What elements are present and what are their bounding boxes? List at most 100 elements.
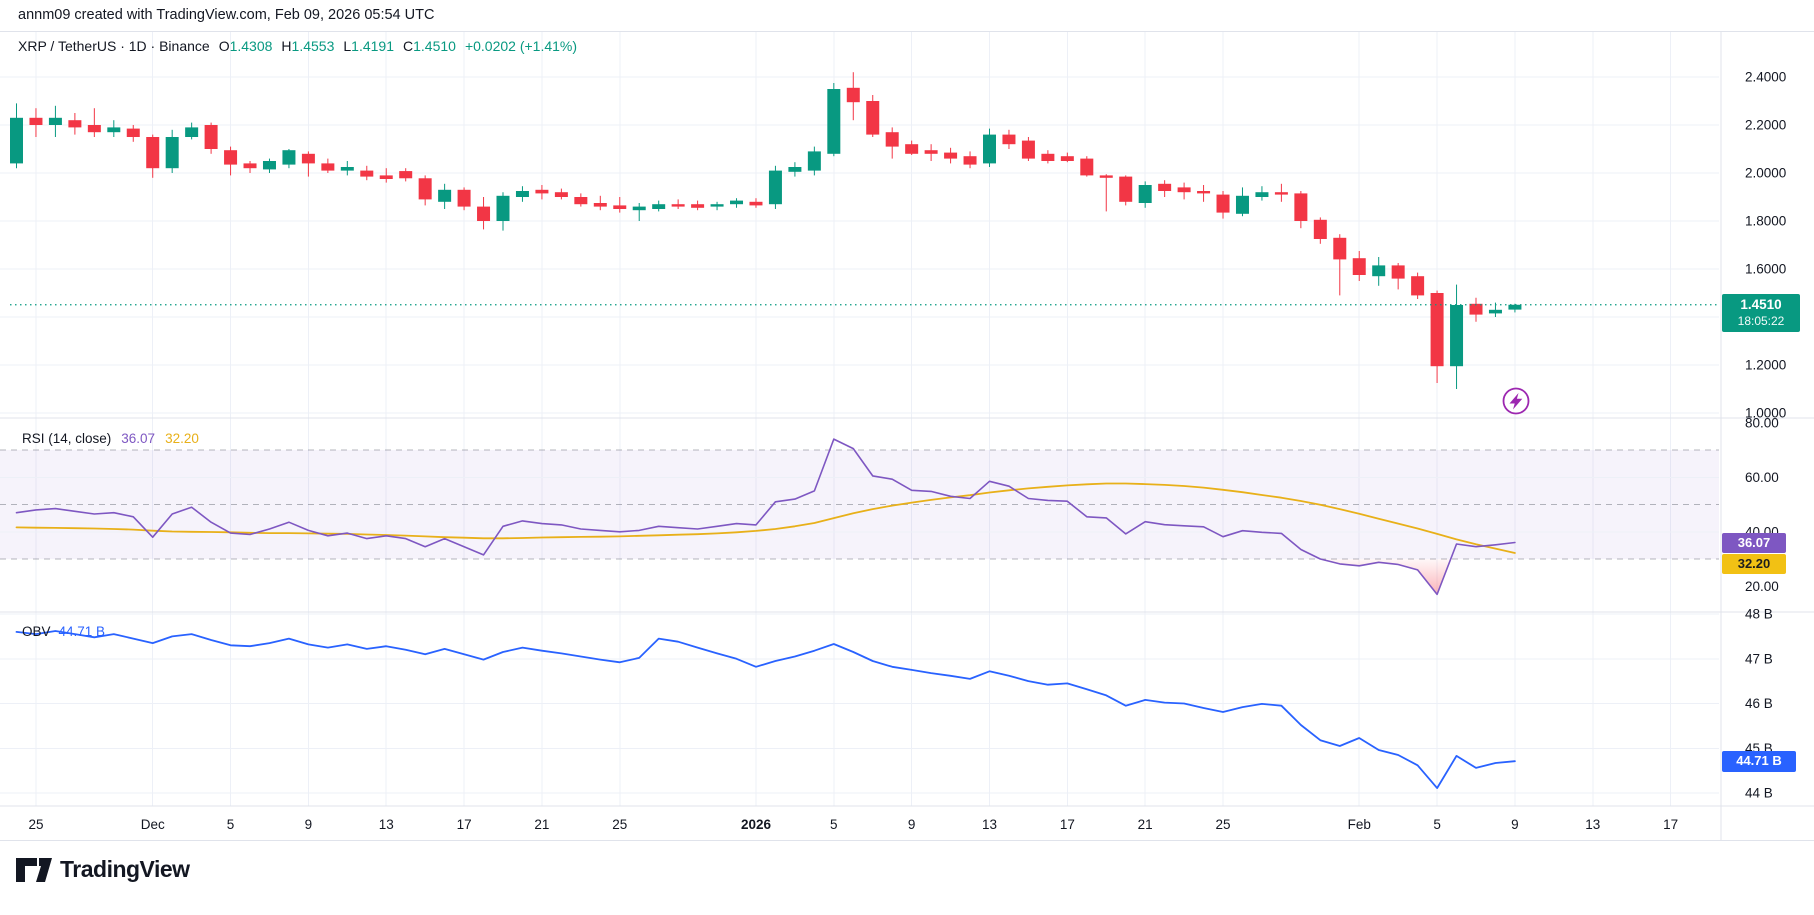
ohlc-close: C1.4510 [403,38,456,54]
candle-body [477,207,490,221]
rsi-axis-label: 60.00 [1745,470,1779,485]
candle-body [594,203,607,207]
candle-body [788,167,801,172]
tradingview-logo-text: TradingView [60,856,190,883]
candle-body [1489,310,1502,314]
obv-label[interactable]: OBV [22,624,51,639]
candle-body [672,204,685,206]
rsi-ma-axis-badge: 32.20 [1722,554,1786,574]
time-axis-label: 9 [305,817,313,832]
candle-body [1197,191,1210,193]
rsi-ma-value: 32.20 [165,431,199,446]
candle-body [49,118,62,125]
candle-body [1100,175,1113,177]
rsi-axis-badge: 36.07 [1722,533,1786,553]
candle-body [1508,305,1521,310]
candle-body [1392,265,1405,278]
candle-body [827,89,840,154]
candle-body [1061,156,1074,161]
obv-legend: OBV 44.71 B [22,624,105,639]
candle-body [1314,220,1327,239]
candle-body [244,163,257,168]
candle-body [166,137,179,168]
time-axis-label: 21 [534,817,549,832]
tradingview-chart-snapshot: annm09 created with TradingView.com, Feb… [0,0,1814,915]
candle-body [185,127,198,137]
candle-body [458,190,471,207]
time-axis-label: 21 [1138,817,1153,832]
candle-body [574,197,587,204]
candle-body [516,191,529,197]
candle-body [1372,265,1385,276]
candle-body [1294,193,1307,221]
time-axis-label: Dec [141,817,165,832]
candle-body [1353,258,1366,275]
time-axis-label: 13 [982,817,997,832]
chart-canvas[interactable]: 2.40002.20002.00001.80001.60001.20001.00… [0,0,1814,915]
rsi-legend: RSI (14, close) 36.07 32.20 [22,431,199,446]
candle-body [1002,135,1015,145]
rsi-axis-label: 80.00 [1745,415,1779,430]
candle-body [68,120,81,127]
price-axis-label: 1.8000 [1745,214,1786,229]
rsi-label[interactable]: RSI (14, close) [22,431,111,446]
candle-body [10,118,23,164]
tradingview-logo[interactable]: TradingView [16,856,190,883]
candle-body [983,135,996,164]
time-axis-label: 2026 [741,817,772,832]
candle-body [321,163,334,170]
time-axis-label: 17 [1663,817,1678,832]
time-axis-label: 5 [1433,817,1441,832]
candle-body [847,88,860,102]
symbol-title[interactable]: XRP / TetherUS · 1D · Binance [18,38,210,54]
obv-axis-label: 44 B [1745,786,1773,801]
candle-body [224,150,237,164]
candle-body [555,192,568,197]
change-value: +0.0202 (+1.41%) [465,38,577,54]
candle-body [146,137,159,168]
ohlc-low: L1.4191 [343,38,394,54]
candle-body [438,190,451,202]
candle-body [866,101,879,135]
candle-body [1275,192,1288,194]
attribution-text: annm09 created with TradingView.com, Feb… [18,7,434,23]
time-axis-label: 17 [1060,817,1075,832]
candle-body [360,171,373,177]
time-axis-label: Feb [1348,817,1371,832]
candle-body [1139,185,1152,203]
rsi-value: 36.07 [121,431,155,446]
candles-series [10,72,1521,389]
time-axis-label: 13 [379,817,394,832]
obv-axis-label: 46 B [1745,696,1773,711]
candle-body [302,154,315,164]
time-axis-label: 5 [227,817,235,832]
candle-body [399,171,412,178]
price-axis-label: 1.2000 [1745,358,1786,373]
candle-body [1158,184,1171,191]
obv-value: 44.71 B [59,624,106,639]
candle-body [613,205,626,209]
time-axis-label: 13 [1585,817,1600,832]
ohlc-open: O1.4308 [219,38,273,54]
candle-body [808,151,821,170]
candle-body [1217,195,1230,213]
candle-body [769,171,782,205]
time-axis-label: 9 [908,817,916,832]
obv-axis-label: 47 B [1745,651,1773,666]
candle-body [925,150,938,154]
time-axis-label: 25 [612,817,627,832]
candle-body [88,125,101,132]
candle-body [29,118,42,125]
ohlc-high: H1.4553 [281,38,334,54]
price-axis-label: 2.2000 [1745,118,1786,133]
rsi-axis-label: 20.00 [1745,579,1779,594]
flash-icon[interactable] [1504,389,1529,414]
candle-body [1333,238,1346,260]
time-axis-label: 17 [457,817,472,832]
candle-body [1236,196,1249,214]
candle-body [652,204,665,209]
candle-body [730,201,743,205]
candle-body [1080,159,1093,176]
candle-body [1255,192,1268,197]
candle-body [535,190,548,194]
